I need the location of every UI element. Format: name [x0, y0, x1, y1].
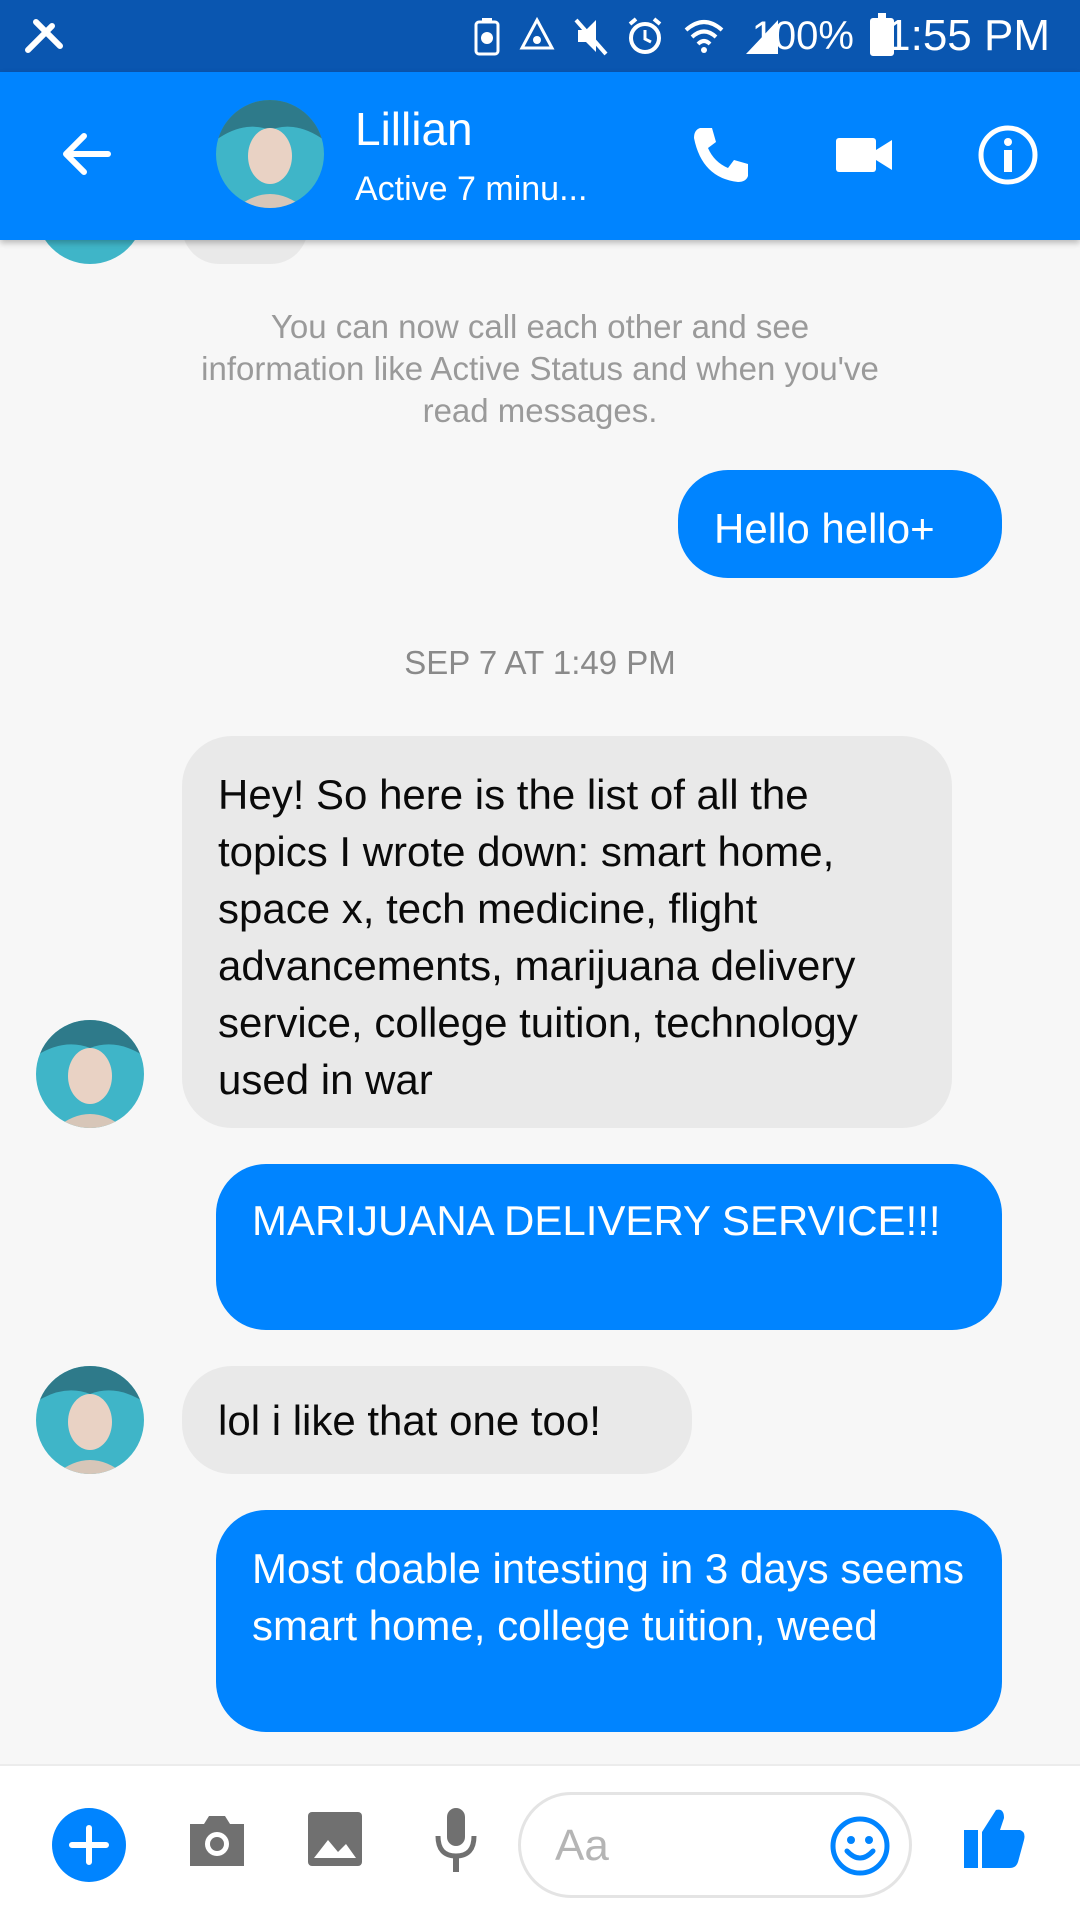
message-text: Hey! So here is the list of all the topi…	[218, 771, 858, 1103]
recycle-icon	[519, 16, 555, 50]
system-notice: You can now call each other and see info…	[201, 308, 879, 429]
timestamp: SEP 7 AT 1:49 PM	[404, 644, 676, 681]
conversation-header: Lillian Active 7 minu...	[0, 72, 1080, 240]
plus-icon	[69, 1825, 109, 1865]
camera-icon[interactable]	[186, 1810, 248, 1870]
clock: 1:55 PM	[886, 11, 1050, 60]
contact-name[interactable]: Lillian	[355, 102, 473, 156]
back-arrow-icon[interactable]	[56, 124, 116, 184]
data-saver-icon	[474, 18, 500, 56]
wifi-icon	[684, 20, 724, 53]
contact-avatar-small[interactable]	[36, 1366, 144, 1474]
contact-avatar-small[interactable]	[36, 1020, 144, 1128]
message-bubble-received[interactable]: Hey! So here is the list of all the topi…	[182, 736, 952, 1128]
thumbs-up-icon[interactable]	[960, 1802, 1030, 1872]
battery-percent: 100%	[751, 14, 854, 58]
message-text: Most doable intesting in 3 days seems sm…	[252, 1545, 965, 1649]
microphone-icon[interactable]	[434, 1806, 478, 1876]
phone-icon[interactable]	[686, 120, 756, 190]
message-bubble-received[interactable]: lol i like that one too!	[182, 1366, 692, 1474]
message-bubble-sent[interactable]: Most doable intesting in 3 days seems sm…	[216, 1510, 1002, 1732]
message-text: lol i like that one too!	[218, 1397, 601, 1444]
message-bubble-sent[interactable]: Hello hello+	[678, 470, 1002, 578]
message-bubble-sent[interactable]: MARIJUANA DELIVERY SERVICE!!!	[216, 1164, 1002, 1330]
input-placeholder: Aa	[555, 1821, 609, 1870]
more-actions-button[interactable]	[52, 1808, 126, 1882]
status-bar: 100% 1:55 PM	[0, 0, 1080, 72]
info-icon[interactable]	[973, 120, 1043, 190]
gallery-icon[interactable]	[306, 1810, 364, 1868]
message-composer: Aa	[0, 1764, 1080, 1920]
contact-avatar[interactable]	[216, 100, 324, 208]
emoji-icon[interactable]	[829, 1815, 891, 1877]
video-call-icon[interactable]	[830, 120, 900, 190]
mute-icon	[574, 18, 608, 56]
message-input[interactable]: Aa	[518, 1792, 912, 1898]
tools-icon	[25, 19, 63, 53]
active-status: Active 7 minu...	[355, 170, 588, 208]
message-text: Hello hello+	[714, 505, 935, 552]
message-text: MARIJUANA DELIVERY SERVICE!!!	[252, 1197, 941, 1244]
alarm-icon	[628, 17, 662, 54]
